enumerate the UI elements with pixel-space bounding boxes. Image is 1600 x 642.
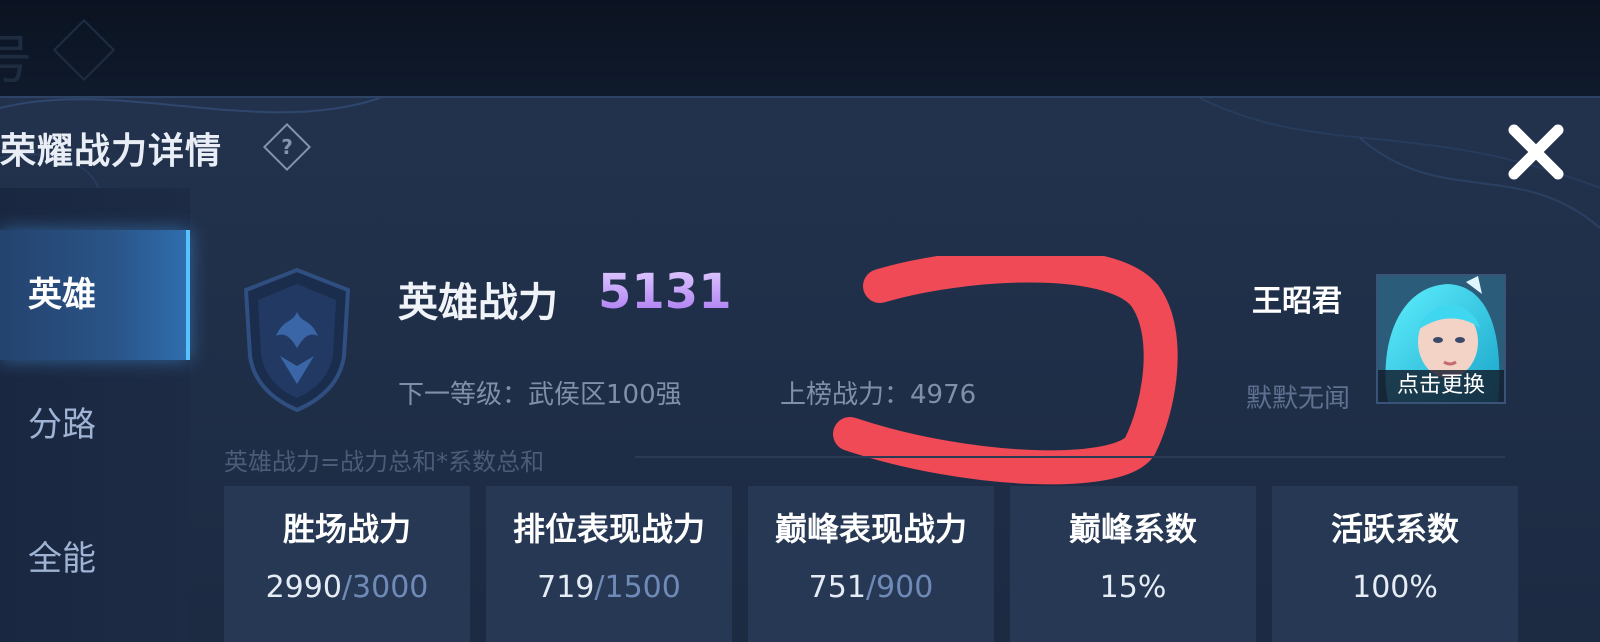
stat-label: 巅峰表现战力 (774, 510, 967, 548)
stat-current: 751 (808, 570, 866, 605)
background-help-icon (52, 18, 116, 82)
red-marker-annotation (833, 256, 1178, 485)
background-top-band: 号 (0, 0, 1600, 96)
stat-value: 100% (1272, 570, 1518, 605)
hero-avatar[interactable]: 点击更换 (1376, 274, 1506, 404)
stat-card-ranked-power: 排位表现战力 719/1500 (486, 486, 732, 642)
stat-label: 巅峰系数 (1068, 510, 1197, 548)
hero-name: 王昭君 (1252, 284, 1342, 319)
power-detail-panel: 荣耀战力详情 ? 英雄 分路 全能 英雄战力 5131 下一等级：武侯区100强… (0, 96, 1600, 642)
stat-value: 15% (1010, 570, 1256, 605)
stat-current: 100% (1352, 570, 1438, 605)
stat-card-peak-coefficient: 巅峰系数 15% (1010, 486, 1256, 642)
page-title: 荣耀战力详情 (0, 131, 223, 172)
hero-power-label: 英雄战力 (398, 280, 558, 326)
stat-card-peak-power: 巅峰表现战力 751/900 (748, 486, 994, 642)
stat-card-win-power: 胜场战力 2990/3000 (224, 486, 470, 642)
stat-label: 排位表现战力 (512, 510, 705, 548)
sidebar: 英雄 分路 全能 (0, 188, 190, 642)
stat-current: 719 (537, 570, 595, 605)
stat-max: /3000 (341, 570, 429, 605)
stat-value: 2990/3000 (224, 570, 470, 605)
next-level-text: 下一等级：武侯区100强 (398, 380, 682, 410)
sidebar-item-all-round[interactable]: 全能 (0, 494, 190, 624)
stat-max: /900 (865, 570, 934, 605)
stat-max: /1500 (594, 570, 681, 605)
stat-current: 2990 (265, 570, 342, 605)
background-title-fragment: 号 (0, 31, 33, 91)
stat-label: 活跃系数 (1330, 510, 1459, 548)
stat-current: 15% (1099, 570, 1167, 605)
change-hero-label[interactable]: 点击更换 (1378, 370, 1504, 402)
divider (635, 456, 1505, 458)
stat-value: 719/1500 (486, 570, 732, 605)
formula-text: 英雄战力=战力总和*系数总和 (224, 448, 545, 476)
hero-shield-icon (243, 267, 351, 413)
stat-value: 751/900 (748, 570, 994, 605)
sidebar-item-hero[interactable]: 英雄 (0, 230, 190, 360)
stat-label: 胜场战力 (282, 510, 411, 548)
hero-power-value: 5131 (598, 264, 732, 320)
main-content: 英雄战力 5131 下一等级：武侯区100强 上榜战力：4976 王昭君 默默无… (190, 98, 1600, 642)
hero-subtitle: 默默无闻 (1246, 384, 1351, 414)
sidebar-item-lane[interactable]: 分路 (0, 360, 190, 490)
stat-card-activity-coefficient: 活跃系数 100% (1272, 486, 1518, 642)
